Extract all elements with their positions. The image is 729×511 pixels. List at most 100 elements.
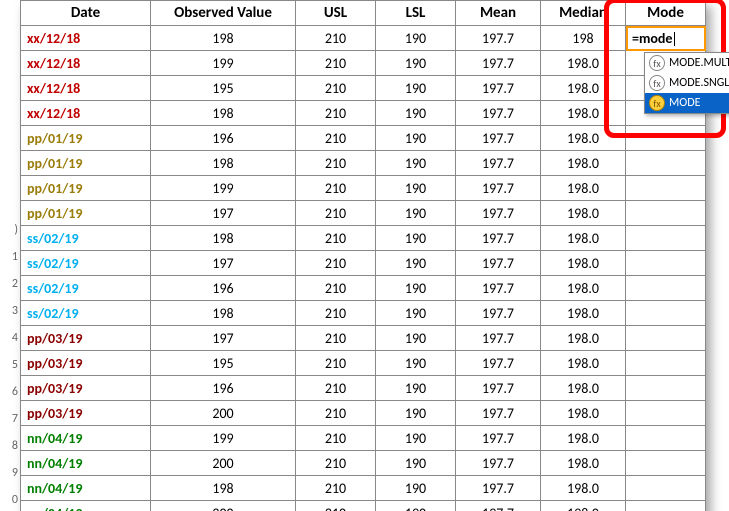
cell-mean[interactable]: 197.7 [456,151,541,176]
cell-mode[interactable] [626,151,706,176]
cell-usl[interactable]: 210 [296,426,376,451]
cell-lsl[interactable]: 190 [376,376,456,401]
cell-mode[interactable] [626,326,706,351]
cell-mean[interactable]: 197.7 [456,376,541,401]
header-date[interactable]: Date [21,1,151,26]
cell-mean[interactable]: 197.7 [456,101,541,126]
cell-median[interactable]: 198.0 [541,176,626,201]
autocomplete-item[interactable]: fxMODE [645,93,729,113]
cell-usl[interactable]: 210 [296,201,376,226]
cell-lsl[interactable]: 190 [376,476,456,501]
cell-lsl[interactable]: 190 [376,51,456,76]
cell-observed[interactable]: 195 [151,351,296,376]
cell-mode[interactable] [626,501,706,511]
cell-median[interactable]: 198.0 [541,276,626,301]
cell-observed[interactable]: 198 [151,26,296,51]
cell-median[interactable]: 198.0 [541,451,626,476]
cell-mode[interactable] [626,476,706,501]
cell-observed[interactable]: 200 [151,501,296,511]
cell-mode[interactable] [626,276,706,301]
cell-date[interactable]: xx/12/18 [21,26,151,51]
cell-mean[interactable]: 197.7 [456,501,541,511]
cell-observed[interactable]: 196 [151,376,296,401]
cell-usl[interactable]: 210 [296,51,376,76]
cell-lsl[interactable]: 190 [376,451,456,476]
cell-usl[interactable]: 210 [296,251,376,276]
cell-lsl[interactable]: 190 [376,151,456,176]
cell-mode[interactable] [626,201,706,226]
cell-mode[interactable] [626,351,706,376]
cell-observed[interactable]: 197 [151,251,296,276]
cell-mode[interactable] [626,376,706,401]
cell-median[interactable]: 198.0 [541,476,626,501]
cell-mean[interactable]: 197.7 [456,76,541,101]
header-observed[interactable]: Observed Value [151,1,296,26]
cell-mean[interactable]: 197.7 [456,326,541,351]
cell-date[interactable]: ss/02/19 [21,276,151,301]
cell-lsl[interactable]: 190 [376,301,456,326]
cell-usl[interactable]: 210 [296,26,376,51]
cell-lsl[interactable]: 190 [376,326,456,351]
cell-mean[interactable]: 197.7 [456,26,541,51]
cell-mode[interactable] [626,251,706,276]
cell-lsl[interactable]: 190 [376,351,456,376]
cell-median[interactable]: 198.0 [541,351,626,376]
header-usl[interactable]: USL [296,1,376,26]
cell-mean[interactable]: 197.7 [456,451,541,476]
cell-mean[interactable]: 197.7 [456,301,541,326]
cell-lsl[interactable]: 190 [376,101,456,126]
cell-median[interactable]: 198.0 [541,326,626,351]
cell-median[interactable]: 198.0 [541,76,626,101]
cell-usl[interactable]: 210 [296,301,376,326]
cell-observed[interactable]: 198 [151,476,296,501]
cell-lsl[interactable]: 190 [376,251,456,276]
header-median[interactable]: Median [541,1,626,26]
cell-mode[interactable] [626,301,706,326]
cell-mean[interactable]: 197.7 [456,51,541,76]
cell-lsl[interactable]: 190 [376,426,456,451]
cell-usl[interactable]: 210 [296,276,376,301]
cell-mode[interactable] [626,226,706,251]
cell-mode[interactable] [626,426,706,451]
header-lsl[interactable]: LSL [376,1,456,26]
cell-median[interactable]: 198.0 [541,376,626,401]
cell-usl[interactable]: 210 [296,401,376,426]
cell-mean[interactable]: 197.7 [456,176,541,201]
cell-observed[interactable]: 195 [151,76,296,101]
cell-lsl[interactable]: 190 [376,401,456,426]
cell-median[interactable]: 198.0 [541,51,626,76]
cell-observed[interactable]: 198 [151,226,296,251]
cell-observed[interactable]: 198 [151,151,296,176]
cell-median[interactable]: 198 [541,26,626,51]
cell-lsl[interactable]: 190 [376,201,456,226]
cell-observed[interactable]: 196 [151,276,296,301]
cell-date[interactable]: pp/03/19 [21,351,151,376]
cell-date[interactable]: pp/01/19 [21,201,151,226]
cell-date[interactable]: nn/04/19 [21,476,151,501]
cell-observed[interactable]: 199 [151,426,296,451]
cell-usl[interactable]: 210 [296,376,376,401]
cell-observed[interactable]: 200 [151,401,296,426]
cell-usl[interactable]: 210 [296,101,376,126]
cell-observed[interactable]: 197 [151,201,296,226]
cell-observed[interactable]: 199 [151,176,296,201]
formula-input-cell[interactable]: =mode [626,26,706,51]
cell-usl[interactable]: 210 [296,76,376,101]
cell-observed[interactable]: 197 [151,326,296,351]
cell-median[interactable]: 198.0 [541,101,626,126]
cell-usl[interactable]: 210 [296,326,376,351]
cell-lsl[interactable]: 190 [376,26,456,51]
cell-usl[interactable]: 210 [296,501,376,511]
cell-mode[interactable] [626,126,706,151]
cell-median[interactable]: 198.0 [541,151,626,176]
cell-usl[interactable]: 210 [296,176,376,201]
cell-mean[interactable]: 197.7 [456,476,541,501]
formula-autocomplete[interactable]: fxMODE.MULTfxMODE.SNGLfxMODE [644,52,729,114]
cell-date[interactable]: xx/12/18 [21,101,151,126]
cell-date[interactable]: ss/02/19 [21,251,151,276]
cell-date[interactable]: ss/02/19 [21,226,151,251]
cell-usl[interactable]: 210 [296,476,376,501]
cell-mean[interactable]: 197.7 [456,201,541,226]
cell-mean[interactable]: 197.7 [456,226,541,251]
cell-median[interactable]: 198.0 [541,401,626,426]
